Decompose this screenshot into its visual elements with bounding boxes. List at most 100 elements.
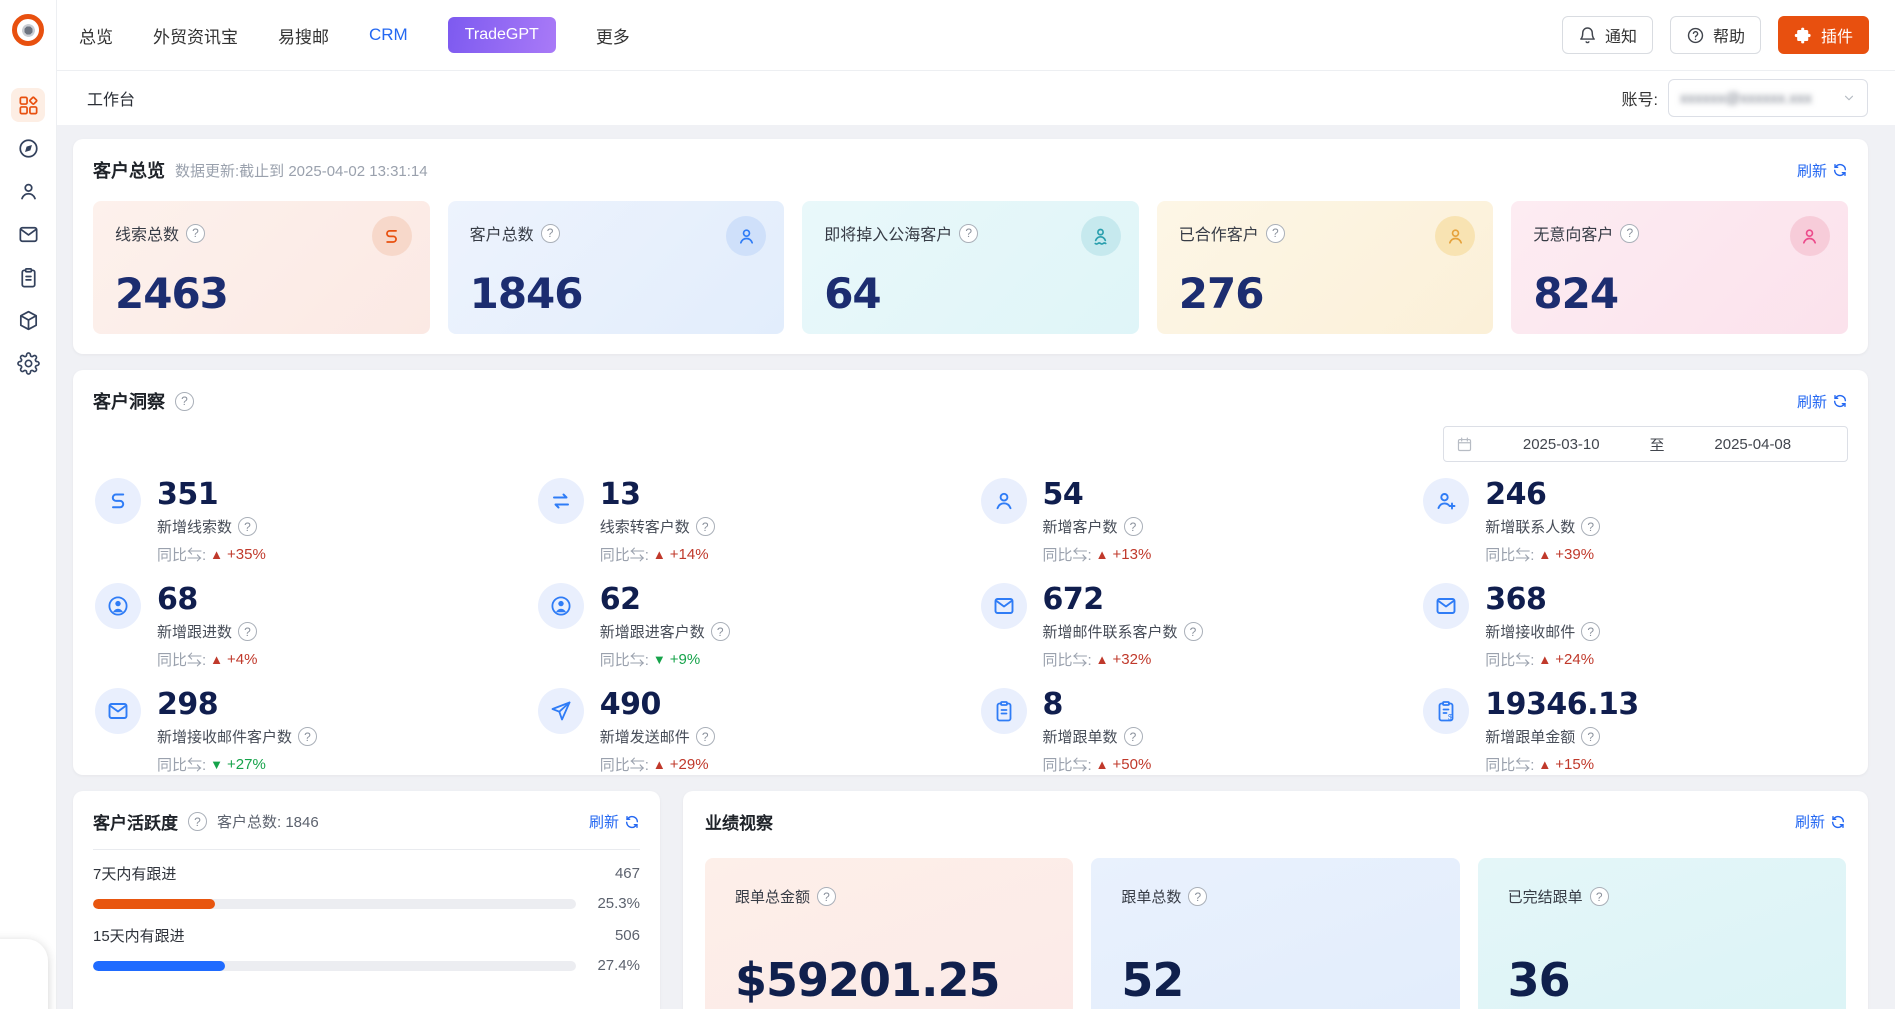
nav-item-crm[interactable]: CRM bbox=[369, 25, 408, 45]
help-icon[interactable] bbox=[696, 517, 715, 536]
sidebar-item-dashboard[interactable] bbox=[11, 88, 45, 122]
help-icon[interactable] bbox=[711, 622, 730, 641]
account-area: 账号: xxxxxx@xxxxxx.xxx bbox=[1622, 79, 1868, 117]
nav-item-tradegpt[interactable]: TradeGPT bbox=[448, 17, 556, 53]
sidebar-item-orders[interactable] bbox=[11, 260, 45, 294]
help-icon[interactable] bbox=[1184, 622, 1203, 641]
help-icon[interactable] bbox=[1124, 727, 1143, 746]
perf-value: 36 bbox=[1508, 953, 1816, 1007]
activity-row-label: 7天内有跟进 bbox=[93, 863, 176, 884]
perf-label: 已完结跟单 bbox=[1508, 886, 1583, 907]
metric-value: 246 bbox=[1485, 478, 1600, 511]
activity-header: 客户活跃度 客户总数: 1846 刷新 bbox=[93, 809, 640, 834]
insights-metrics-grid: 351 新增线索数 同比⇆:▲+35% 13 线索转客户数 同比⇆:▲+14% bbox=[93, 478, 1848, 775]
svg-text:$: $ bbox=[1448, 713, 1453, 722]
bell-icon bbox=[1578, 26, 1597, 45]
help-icon[interactable] bbox=[541, 224, 560, 243]
account-value: xxxxxx@xxxxxx.xxx bbox=[1680, 90, 1834, 107]
help-button[interactable]: 帮助 bbox=[1670, 16, 1761, 54]
refresh-icon bbox=[1832, 393, 1848, 409]
metric-value: 8 bbox=[1043, 688, 1152, 721]
help-icon[interactable] bbox=[238, 622, 257, 641]
perf-label: 跟单总金额 bbox=[735, 886, 810, 907]
help-icon[interactable] bbox=[238, 517, 257, 536]
activity-subtitle: 客户总数: 1846 bbox=[217, 811, 319, 832]
help-icon[interactable] bbox=[1590, 887, 1609, 906]
performance-card: 业绩视察 刷新 跟单总金额 $59201.25 跟单总数 bbox=[683, 791, 1868, 1009]
refresh-button[interactable]: 刷新 bbox=[589, 811, 640, 832]
help-icon[interactable] bbox=[1581, 517, 1600, 536]
metric-label: 新增线索数 bbox=[157, 516, 232, 537]
trend-up-icon: ▲ bbox=[210, 547, 223, 562]
account-select[interactable]: xxxxxx@xxxxxx.xxx bbox=[1668, 79, 1868, 117]
metric-label: 线索转客户数 bbox=[600, 516, 690, 537]
date-end[interactable]: 2025-04-08 bbox=[1671, 436, 1836, 453]
metric-label: 新增发送邮件 bbox=[600, 726, 690, 747]
activity-row-count: 506 bbox=[615, 927, 640, 944]
sub-header: 工作台 账号: xxxxxx@xxxxxx.xxx bbox=[57, 71, 1895, 125]
chevron-down-icon bbox=[1842, 91, 1856, 105]
notifications-label: 通知 bbox=[1605, 23, 1637, 47]
trend-down-icon: ▼ bbox=[210, 757, 223, 772]
question-circle-icon bbox=[1686, 26, 1705, 45]
metric-label: 新增接收邮件客户数 bbox=[157, 726, 292, 747]
stat-value: 276 bbox=[1179, 269, 1264, 318]
nav-item-email-search[interactable]: 易搜邮 bbox=[278, 23, 329, 48]
plugin-button[interactable]: 插件 bbox=[1778, 16, 1869, 54]
help-icon[interactable] bbox=[1124, 517, 1143, 536]
refresh-button[interactable]: 刷新 bbox=[1795, 811, 1846, 832]
refresh-label: 刷新 bbox=[1797, 391, 1827, 412]
stat-label: 无意向客户 bbox=[1533, 221, 1613, 245]
trend-up-icon: ▲ bbox=[653, 547, 666, 562]
nav-item-more[interactable]: 更多 bbox=[596, 23, 630, 48]
help-icon[interactable] bbox=[1188, 887, 1207, 906]
metric-value: 54 bbox=[1043, 478, 1152, 511]
nav-item-trade-info[interactable]: 外贸资讯宝 bbox=[153, 23, 238, 48]
clipboard-icon bbox=[17, 266, 40, 289]
app-logo[interactable] bbox=[12, 14, 44, 46]
nav-item-overview[interactable]: 总览 bbox=[79, 23, 113, 48]
main-column: 总览 外贸资讯宝 易搜邮 CRM TradeGPT 更多 通知 帮助 插件 bbox=[57, 0, 1895, 1009]
perf-value: 52 bbox=[1121, 953, 1429, 1007]
refresh-button[interactable]: 刷新 bbox=[1797, 391, 1848, 412]
user-waves-icon bbox=[1081, 216, 1121, 256]
stat-label: 已合作客户 bbox=[1179, 221, 1259, 245]
help-icon[interactable] bbox=[817, 887, 836, 906]
help-icon[interactable] bbox=[298, 727, 317, 746]
metric-followed-customers: 62 新增跟进客户数 同比⇆:▼+9% bbox=[538, 583, 961, 670]
stat-card-total-customers: 客户总数 1846 bbox=[448, 201, 785, 334]
help-icon[interactable] bbox=[696, 727, 715, 746]
sidebar-item-customers[interactable] bbox=[11, 174, 45, 208]
date-range-picker[interactable]: 2025-03-10 至 2025-04-08 bbox=[1443, 426, 1848, 462]
refresh-button[interactable]: 刷新 bbox=[1797, 160, 1848, 181]
sidebar-item-mail[interactable] bbox=[11, 217, 45, 251]
trend-up-icon: ▲ bbox=[1096, 652, 1109, 667]
date-start[interactable]: 2025-03-10 bbox=[1479, 436, 1644, 453]
help-icon[interactable] bbox=[186, 224, 205, 243]
performance-title: 业绩视察 bbox=[705, 809, 773, 834]
refresh-icon bbox=[624, 814, 640, 830]
help-icon[interactable] bbox=[1620, 224, 1639, 243]
metric-value: 368 bbox=[1485, 583, 1600, 616]
help-icon[interactable] bbox=[1581, 622, 1600, 641]
floating-corner-widget[interactable] bbox=[0, 939, 48, 1009]
metric-trend: 同比⇆:▲+50% bbox=[1043, 754, 1152, 775]
help-icon[interactable] bbox=[1581, 727, 1600, 746]
sidebar-item-settings[interactable] bbox=[11, 346, 45, 380]
stat-card-public-pool: 即将掉入公海客户 64 bbox=[802, 201, 1139, 334]
trend-up-icon: ▲ bbox=[1538, 547, 1551, 562]
overview-header: 客户总览 数据更新:截止到 2025-04-02 13:31:14 刷新 bbox=[93, 157, 1848, 183]
metric-label: 新增跟进数 bbox=[157, 621, 232, 642]
perf-label: 跟单总数 bbox=[1121, 886, 1181, 907]
help-icon[interactable] bbox=[175, 392, 194, 411]
dashboard-grid-icon bbox=[17, 94, 40, 117]
clipboard-icon bbox=[981, 688, 1027, 734]
sidebar-item-products[interactable] bbox=[11, 303, 45, 337]
help-icon[interactable] bbox=[188, 812, 207, 831]
bottom-row: 客户活跃度 客户总数: 1846 刷新 7天内有跟进 467 bbox=[73, 791, 1868, 1009]
notifications-button[interactable]: 通知 bbox=[1562, 16, 1653, 54]
help-icon[interactable] bbox=[1266, 224, 1285, 243]
help-icon[interactable] bbox=[959, 224, 978, 243]
sidebar-item-discover[interactable] bbox=[11, 131, 45, 165]
activity-row-label: 15天内有跟进 bbox=[93, 925, 185, 946]
